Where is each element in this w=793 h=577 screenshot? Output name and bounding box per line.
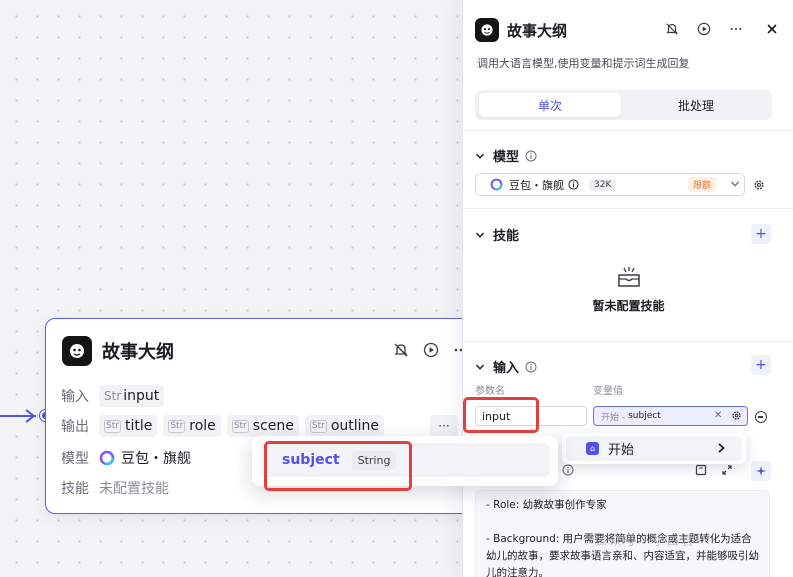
limit-badge: 限额 xyxy=(688,177,717,192)
remove-input-icon[interactable] xyxy=(755,411,767,423)
output-tag: Str outline xyxy=(304,415,385,437)
bell-off-icon[interactable] xyxy=(663,20,681,38)
gear-icon[interactable] xyxy=(753,179,765,191)
play-icon[interactable] xyxy=(695,20,713,38)
input-tag: Str input xyxy=(99,385,165,407)
tab-single[interactable]: 单次 xyxy=(479,93,621,117)
more-outputs-button[interactable]: ··· xyxy=(430,415,458,437)
more-icon[interactable] xyxy=(727,20,745,38)
doubao-logo-icon xyxy=(99,450,115,466)
node-title: 故事大纲 xyxy=(102,342,174,363)
chevron-down-icon xyxy=(475,364,485,370)
node-output-row: 输出 Str title Str role Str scene Str outline xyxy=(61,414,390,438)
node-input-row: 输入 Str input xyxy=(61,384,170,408)
chevron-right-icon xyxy=(718,443,725,453)
edge-arrow-icon xyxy=(25,409,36,423)
context-badge: 32K xyxy=(589,178,617,191)
info-icon xyxy=(525,361,537,372)
gear-icon[interactable] xyxy=(731,410,742,421)
skill-section-header[interactable]: 技能 xyxy=(475,225,519,244)
start-node-icon: ⌂ xyxy=(586,442,599,455)
model-value: 豆包・旗舰 xyxy=(121,451,191,467)
expand-icon[interactable] xyxy=(721,464,733,476)
model-select-name: 豆包・旗舰 xyxy=(509,178,564,192)
ai-optimize-button[interactable] xyxy=(751,461,771,481)
prompt-line: - Role: 幼教故事创作专家 xyxy=(486,499,607,511)
var-value-select[interactable]: 开始 - subject ✕ xyxy=(593,406,748,426)
info-icon xyxy=(562,464,574,476)
input-section-header[interactable]: 输入 xyxy=(475,357,537,376)
library-icon[interactable] xyxy=(695,464,707,476)
divider xyxy=(463,208,793,209)
divider xyxy=(463,130,793,131)
model-select[interactable]: 豆包・旗舰 32K 限额 xyxy=(475,173,745,196)
output-tag: Str scene xyxy=(226,415,299,437)
watermark: 公众号 · 小白君 xyxy=(595,534,695,549)
panel-logo-icon xyxy=(475,18,499,42)
param-name-column-label: 参数名 xyxy=(475,386,505,397)
model-label: 模型 xyxy=(61,451,89,467)
clear-icon[interactable]: ✕ xyxy=(714,410,722,421)
panel-header: 故事大纲 xyxy=(475,14,793,46)
close-icon[interactable] xyxy=(763,20,781,38)
divider xyxy=(463,341,793,342)
node-logo-icon xyxy=(62,336,92,366)
skill-empty-state: 暂未配置技能 xyxy=(463,265,793,314)
prompt-toolbar xyxy=(695,464,733,476)
chevron-down-icon xyxy=(731,181,739,187)
node-actions xyxy=(392,341,470,359)
highlight-box xyxy=(264,441,412,491)
panel-actions xyxy=(663,20,781,38)
panel-description: 调用大语言模型,使用变量和提示词生成回复 xyxy=(477,57,690,70)
mode-tabs: 单次 批处理 xyxy=(475,90,772,120)
output-tag: Str title xyxy=(99,415,158,437)
output-tag: Str role xyxy=(163,415,221,437)
tab-batch[interactable]: 批处理 xyxy=(625,93,767,117)
node-model-row: 模型 豆包・旗舰 xyxy=(61,446,191,470)
add-skill-button[interactable]: + xyxy=(751,224,771,244)
start-node-menu-item[interactable]: ⌂ 开始 xyxy=(566,436,742,461)
skill-label: 技能 xyxy=(61,481,89,497)
input-label: 输入 xyxy=(61,389,89,405)
output-label: 输出 xyxy=(61,419,89,435)
panel-title: 故事大纲 xyxy=(507,21,568,40)
chevron-down-icon xyxy=(475,153,485,159)
play-icon[interactable] xyxy=(422,341,440,359)
highlight-box xyxy=(463,397,539,433)
chevron-down-icon xyxy=(475,232,485,238)
empty-box-icon xyxy=(617,267,640,287)
bell-off-icon[interactable] xyxy=(392,341,410,359)
node-header: 故事大纲 xyxy=(62,335,484,367)
node-skill-row: 技能 未配置技能 xyxy=(61,476,169,500)
info-icon xyxy=(568,179,579,190)
node-config-panel: 故事大纲 调用大语言模型,使用变量和提示词生成回复 单次 批处理 模型 豆包・旗… xyxy=(462,0,793,577)
start-node-menu: ⌂ 开始 xyxy=(562,433,746,464)
add-input-button[interactable]: + xyxy=(751,355,771,375)
doubao-logo-icon xyxy=(490,178,503,191)
skill-value: 未配置技能 xyxy=(99,481,169,497)
info-icon xyxy=(525,150,537,161)
model-section-header[interactable]: 模型 xyxy=(475,146,537,165)
sparkle-icon xyxy=(756,466,766,476)
var-value-column-label: 变量值 xyxy=(593,386,623,397)
